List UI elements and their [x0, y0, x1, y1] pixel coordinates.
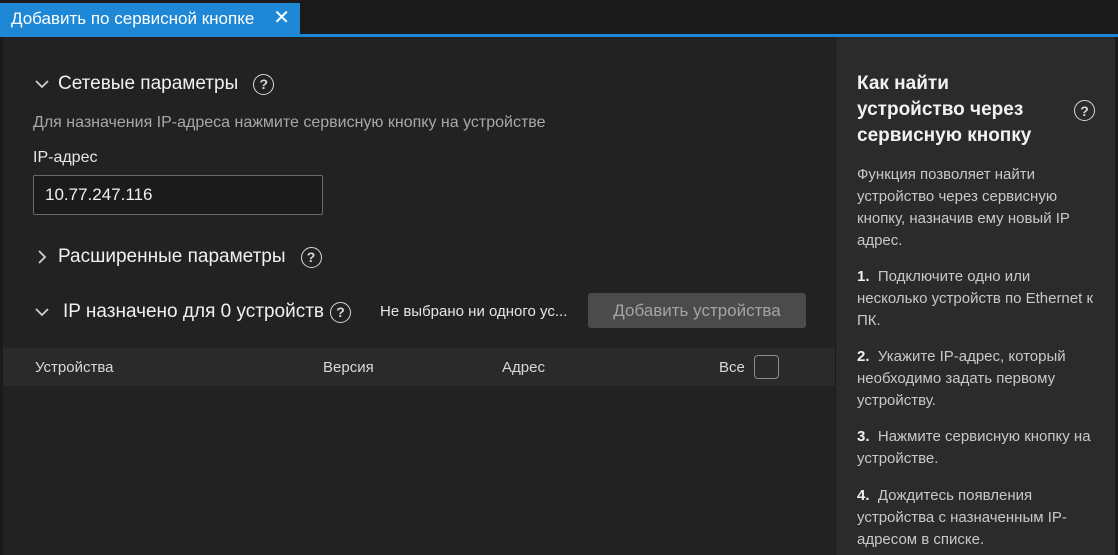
network-section-header[interactable]: Сетевые параметры ?	[31, 73, 275, 95]
chevron-down-icon[interactable]	[31, 302, 53, 322]
assigned-section-header[interactable]: IP назначено для 0 устройств ?	[31, 301, 352, 323]
assigned-section-title: IP назначено для 0 устройств	[63, 301, 325, 322]
sidebar-step: 4. Дождитесь появления устройства с назн…	[857, 485, 1102, 551]
tab-bar: Добавить по сервисной кнопке ✕	[0, 0, 1118, 37]
sidebar-intro: Функция позволяет найти устройство через…	[857, 166, 1070, 249]
advanced-section-header[interactable]: Расширенные параметры ?	[31, 246, 322, 268]
step-number: 4.	[857, 487, 870, 504]
chevron-right-icon[interactable]	[31, 247, 53, 267]
column-devices[interactable]: Устройства	[35, 359, 113, 376]
sidebar-step: 1. Подключите одно или несколько устройс…	[857, 266, 1102, 332]
sidebar-step: 3. Нажмите сервисную кнопку на устройств…	[857, 426, 1102, 470]
help-icon[interactable]: ?	[300, 246, 322, 268]
add-devices-button[interactable]: Добавить устройства	[588, 293, 806, 328]
sidebar-title: Как найти устройство через сервисную кно…	[857, 73, 1032, 146]
select-all-label: Все	[719, 359, 745, 376]
step-number: 3.	[857, 428, 870, 445]
tab-add-by-service-button[interactable]: Добавить по сервисной кнопке ✕	[0, 3, 300, 34]
devices-table-header: Устройства Версия Адрес Все	[3, 348, 835, 386]
help-icon[interactable]: ?	[330, 301, 352, 323]
select-all-checkbox[interactable]	[754, 355, 779, 379]
ip-address-label: IP-адрес	[33, 149, 98, 166]
column-version[interactable]: Версия	[323, 359, 374, 376]
main-panel: Сетевые параметры ? Для назначения IP-ад…	[3, 37, 835, 555]
step-text: Дождитесь появления устройства с назначе…	[857, 487, 1067, 548]
sidebar-step: 2. Укажите IP-адрес, который необходимо …	[857, 346, 1102, 412]
step-text: Подключите одно или несколько устройств …	[857, 268, 1094, 329]
step-number: 2.	[857, 348, 870, 365]
selection-status: Не выбрано ни одного ус...	[380, 303, 568, 320]
help-icon[interactable]: ?	[1074, 100, 1095, 121]
step-text: Нажмите сервисную кнопку на устройстве.	[857, 428, 1091, 467]
ip-address-input[interactable]	[33, 175, 323, 215]
advanced-section-title: Расширенные параметры	[58, 246, 286, 267]
column-address[interactable]: Адрес	[502, 359, 545, 376]
step-number: 1.	[857, 268, 870, 285]
network-section-title: Сетевые параметры	[58, 73, 239, 94]
step-text: Укажите IP-адрес, который необходимо зад…	[857, 348, 1066, 409]
chevron-down-icon[interactable]	[31, 74, 53, 94]
ip-hint-text: Для назначения IP-адреса нажмите сервисн…	[33, 114, 546, 131]
help-sidebar: Как найти устройство через сервисную кно…	[836, 37, 1115, 555]
help-icon[interactable]: ?	[253, 73, 275, 95]
tab-title: Добавить по сервисной кнопке	[11, 8, 255, 28]
close-icon[interactable]: ✕	[273, 7, 290, 29]
